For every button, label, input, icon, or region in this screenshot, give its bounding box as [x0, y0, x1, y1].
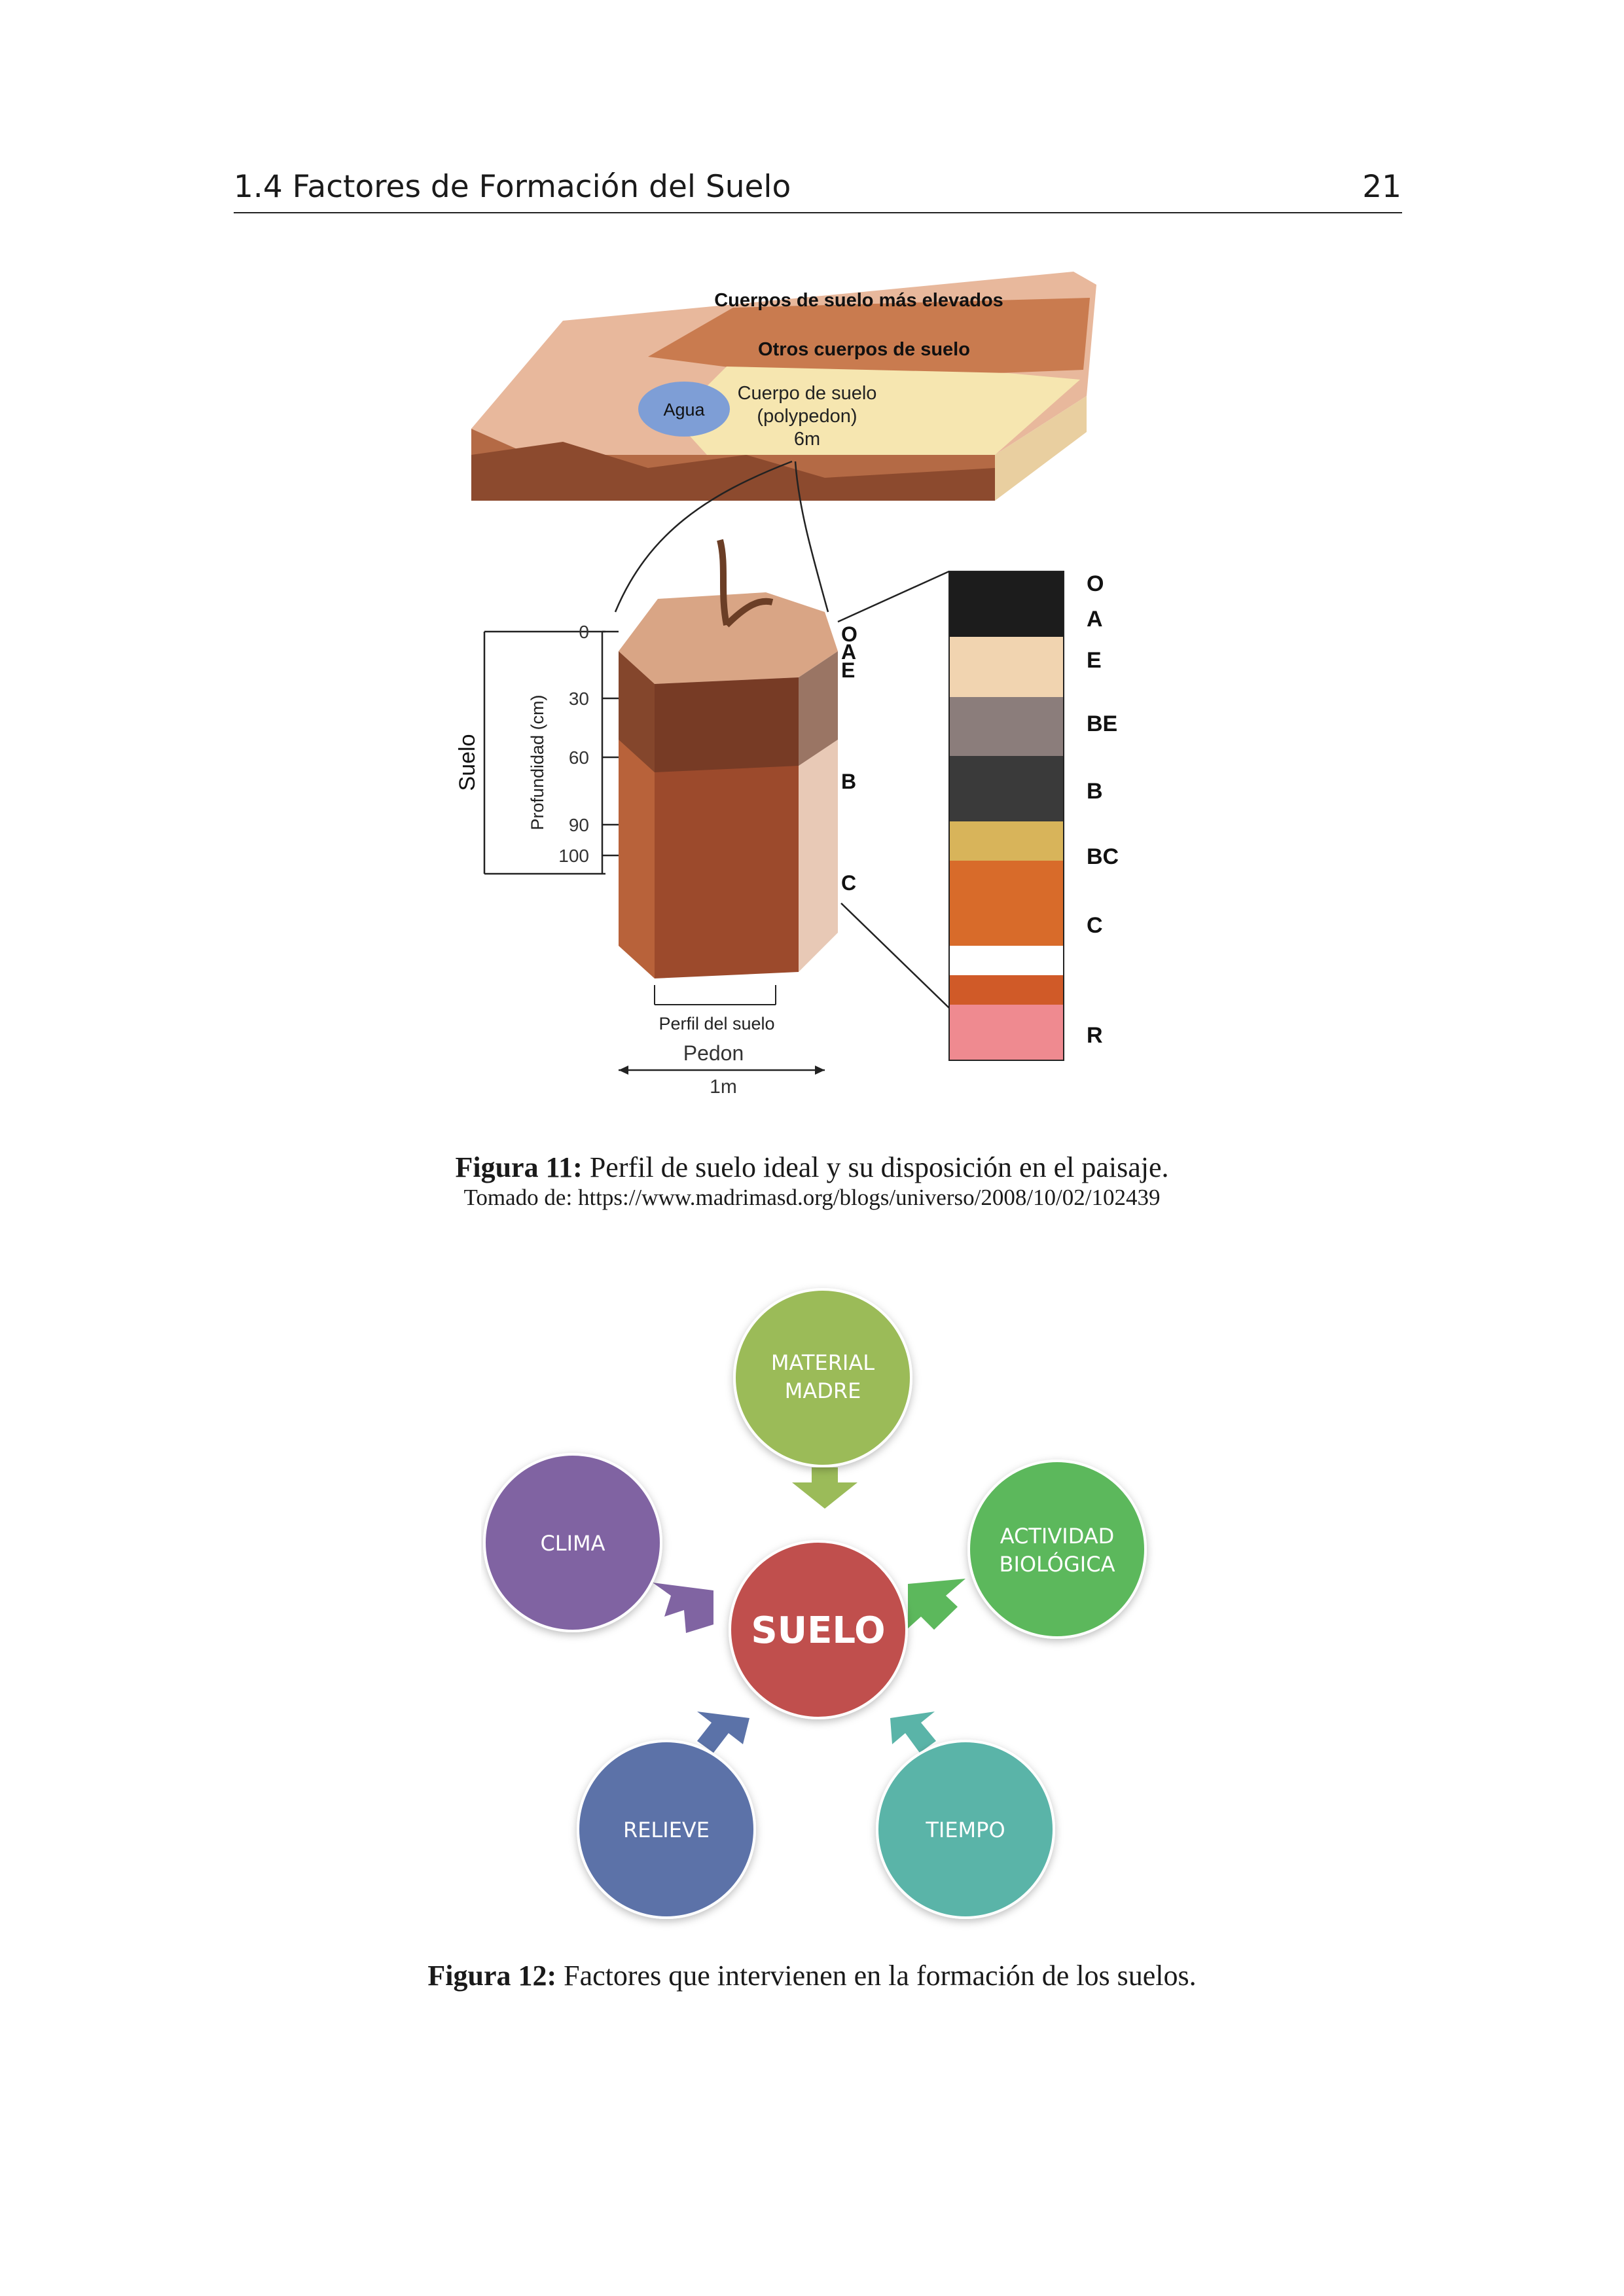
- figure-11-caption-text: Perfil de suelo ideal y su disposición e…: [582, 1151, 1169, 1183]
- header-rule: [234, 212, 1402, 213]
- depth-tick-label: 30: [569, 689, 589, 709]
- material-madre-circle: [733, 1288, 912, 1467]
- figure-11-source: Tomado de: https://www.madrimasd.org/blo…: [463, 1185, 1161, 1210]
- tiempo-arrow-icon: [890, 1712, 936, 1753]
- depth-tick-group: 0 30 60 90 100: [558, 622, 619, 866]
- soil-side-label: Suelo: [455, 734, 480, 791]
- profile-horizon-letter: BC: [1087, 844, 1119, 869]
- pedon-top: [619, 592, 838, 684]
- relieve-label: RELIEVE: [623, 1818, 710, 1842]
- profile-horizon-letter: R: [1087, 1023, 1103, 1048]
- depth-tick-label: 90: [569, 815, 589, 835]
- other-bodies-label: Otros cuerpos de suelo: [758, 339, 970, 360]
- suelo-label: SUELO: [751, 1609, 885, 1652]
- figure-12-caption-label: Figura 12:: [427, 1960, 557, 1992]
- tiempo-label: TIEMPO: [925, 1818, 1005, 1842]
- depth-axis-label: Profundidad (cm): [528, 694, 547, 830]
- soil-profile-illustration: Cuerpos de suelo más elevados Otros cuer…: [455, 272, 1119, 1098]
- actividad-biologica-label-line2: BIOLÓGICA: [1000, 1551, 1115, 1577]
- figure-12-caption: Figura 12: Factores que intervienen en l…: [0, 1959, 1624, 1992]
- actividad-biologica-label-line1: ACTIVIDAD: [1000, 1524, 1115, 1549]
- material-madre-label-line1: MATERIAL: [771, 1350, 875, 1375]
- profile-horizon-letter: O: [1087, 571, 1104, 596]
- polypedon-label-line2: (polypedon): [757, 406, 857, 427]
- depth-tick-label: 60: [569, 747, 589, 768]
- actividad-biologica-circle: [967, 1460, 1147, 1639]
- horizon-band: [949, 861, 1064, 946]
- horizon-band: [949, 975, 1064, 1005]
- horizon-band: [949, 821, 1064, 861]
- pedon-horizon-letter: B: [841, 770, 856, 793]
- running-header-title: 1.4 Factores de Formación del Suelo: [234, 169, 791, 205]
- clima-label: CLIMA: [540, 1531, 605, 1556]
- pedon-label: Pedon: [683, 1041, 744, 1065]
- figure-11-caption: Figura 11: Perfil de suelo ideal y su di…: [0, 1151, 1624, 1184]
- polypedon-width-label: 6m: [794, 429, 820, 450]
- profile-horizon-letter: E: [1087, 648, 1102, 673]
- soil-horizon-column: [948, 571, 1064, 1061]
- clima-arrow-icon: [653, 1583, 713, 1633]
- water-label: Agua: [663, 400, 705, 420]
- depth-tick-label: 100: [558, 846, 589, 866]
- figure-11-soil-profile: Cuerpos de suelo más elevados Otros cuer…: [432, 259, 1191, 1103]
- horizon-band: [949, 571, 1064, 637]
- material-arrow-icon: [792, 1467, 857, 1509]
- profile-horizon-letter: A: [1087, 607, 1103, 632]
- higher-bodies-label: Cuerpos de suelo más elevados: [714, 290, 1003, 311]
- profile-horizon-letter: C: [1087, 913, 1103, 938]
- profile-horizon-labels: OAE BE B BC C R: [1087, 571, 1119, 1048]
- pedon-horizon-letter: E: [841, 658, 855, 682]
- soil-factors-diagram: MATERIAL MADRE ACTIVIDAD BIOLÓGICA CLIMA…: [483, 1288, 1147, 1919]
- pedon-horizon-labels: OAEBC: [841, 622, 857, 895]
- page-number: 21: [1362, 169, 1401, 205]
- profile-horizon-letter: BE: [1087, 711, 1117, 736]
- horizon-band: [949, 697, 1064, 756]
- relieve-arrow-icon: [697, 1712, 749, 1753]
- actividad-arrow-icon: [908, 1579, 965, 1630]
- figure-12-soil-factors: MATERIAL MADRE ACTIVIDAD BIOLÓGICA CLIMA…: [481, 1283, 1168, 1931]
- horizon-band: [949, 946, 1064, 975]
- horizon-band: [949, 756, 1064, 821]
- polypedon-label-line1: Cuerpo de suelo: [738, 383, 877, 404]
- horizon-band: [949, 1005, 1064, 1060]
- figure-11-caption-label: Figura 11:: [455, 1151, 583, 1183]
- soil-profile-label: Perfil del suelo: [659, 1014, 774, 1033]
- profile-horizon-letter: B: [1087, 779, 1103, 804]
- depth-tick-label: 0: [579, 622, 589, 642]
- pedon-horizon-letter: C: [841, 871, 856, 895]
- pedon-width-label: 1m: [710, 1076, 737, 1098]
- horizon-band: [949, 637, 1064, 697]
- material-madre-label-line2: MADRE: [785, 1378, 861, 1403]
- figure-12-caption-text: Factores que intervienen en la formación…: [556, 1960, 1197, 1992]
